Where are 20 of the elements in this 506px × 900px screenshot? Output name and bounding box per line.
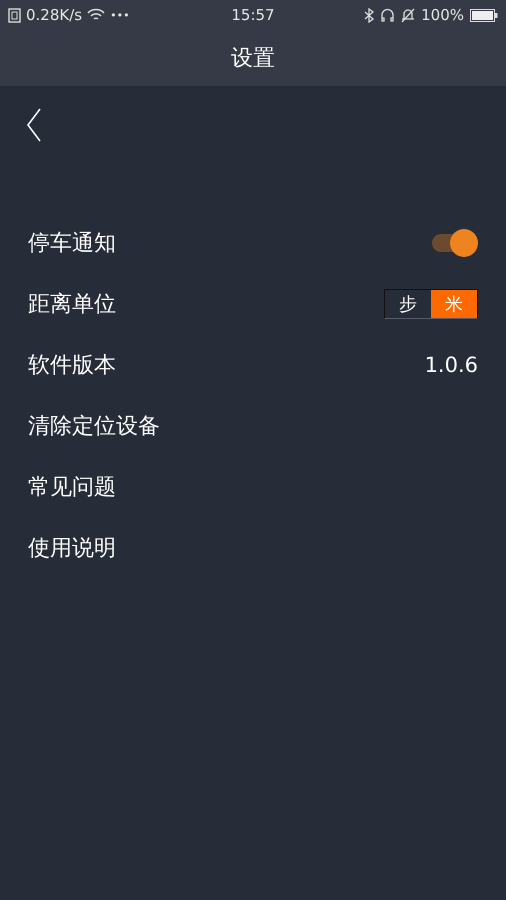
bell-muted-icon bbox=[401, 8, 416, 22]
network-speed: 0.28K/s bbox=[26, 6, 82, 24]
setting-label[interactable]: 软件版本 bbox=[28, 350, 116, 380]
setting-label[interactable]: 距离单位 bbox=[28, 288, 116, 318]
bluetooth-icon bbox=[364, 8, 374, 22]
battery-percent: 100% bbox=[421, 6, 464, 24]
setting-label[interactable]: 使用说明 bbox=[28, 532, 116, 562]
version-value: 1.0.6 bbox=[424, 352, 478, 376]
page-title: 设置 bbox=[231, 45, 275, 73]
back-icon[interactable] bbox=[26, 108, 42, 142]
sim-card-icon bbox=[8, 8, 21, 22]
setting-label[interactable]: 常见问题 bbox=[28, 472, 116, 502]
toggle-switch[interactable] bbox=[430, 228, 478, 256]
setting-label[interactable]: 清除定位设备 bbox=[28, 410, 160, 440]
more-dots: ••• bbox=[110, 8, 130, 22]
battery-icon bbox=[470, 8, 498, 22]
setting-label[interactable]: 停车通知 bbox=[28, 228, 116, 258]
clock: 15:57 bbox=[231, 6, 275, 24]
headset-icon bbox=[380, 8, 396, 22]
wifi-icon bbox=[87, 8, 106, 22]
